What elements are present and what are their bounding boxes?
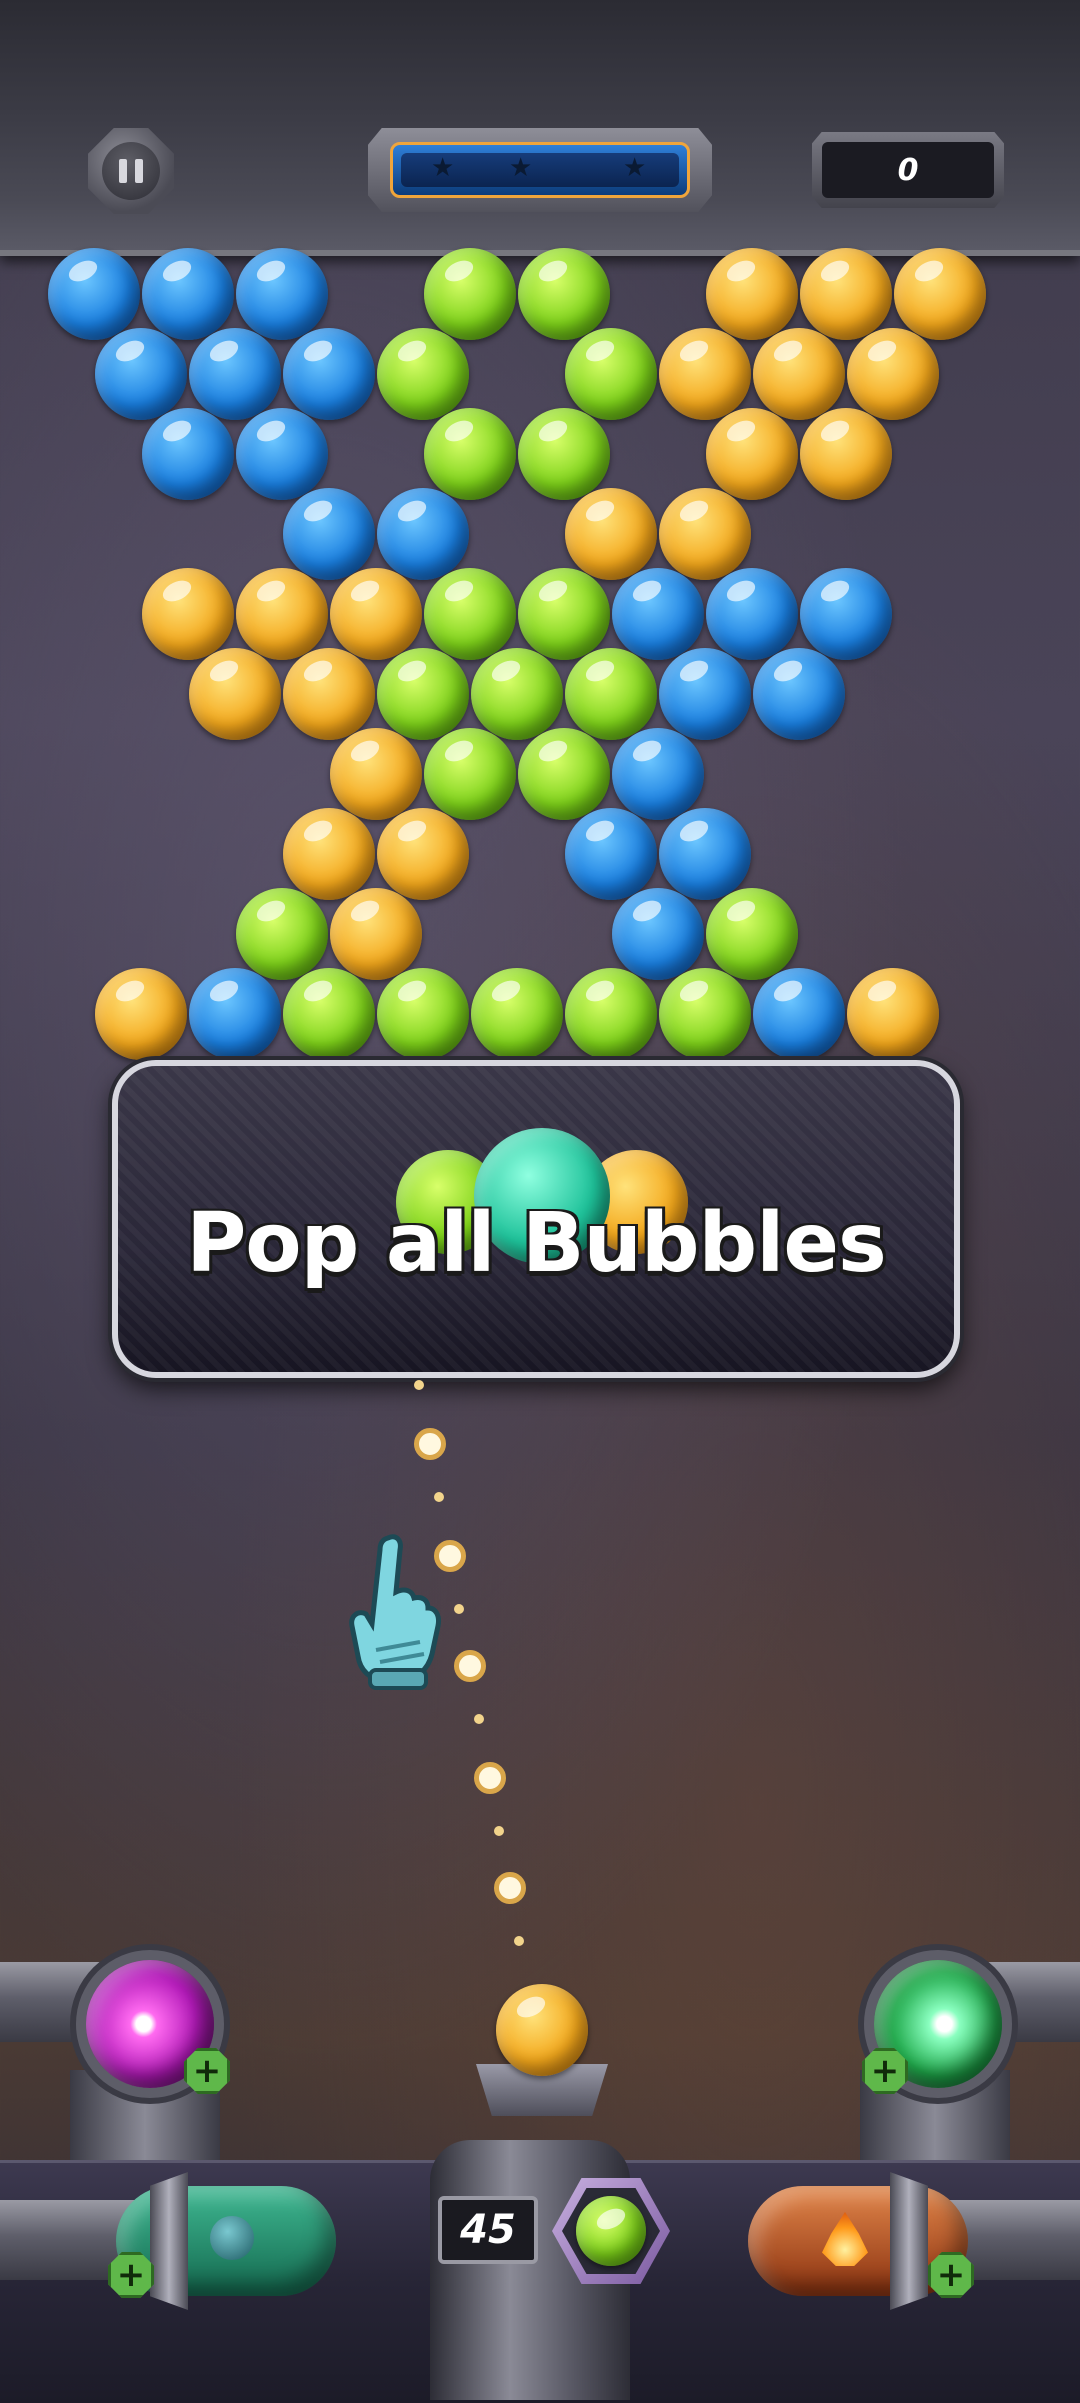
yellow-bubble <box>142 568 234 660</box>
score-box: 0 <box>812 132 1004 208</box>
capsule-clamp <box>890 2172 928 2310</box>
yellow-bubble <box>659 488 751 580</box>
yellow-bubble <box>330 568 422 660</box>
green-bubble <box>565 328 657 420</box>
yellow-bubble <box>706 248 798 340</box>
tutorial-hand-icon <box>349 1534 441 1690</box>
score-value: 0 <box>822 142 994 198</box>
green-bubble <box>377 968 469 1060</box>
blue-bubble <box>659 808 751 900</box>
blue-bubble <box>800 568 892 660</box>
blue-bubble <box>612 888 704 980</box>
green-bubble <box>518 248 610 340</box>
green-bubble <box>518 568 610 660</box>
yellow-bubble <box>189 648 281 740</box>
fire-icon <box>822 2212 868 2266</box>
yellow-bubble <box>800 408 892 500</box>
green-bubble <box>424 568 516 660</box>
capsule-clamp <box>150 2172 188 2310</box>
yellow-bubble <box>236 568 328 660</box>
blue-bubble <box>706 568 798 660</box>
blue-bubble <box>753 648 845 740</box>
aim-dot <box>454 1650 486 1682</box>
green-bubble <box>424 408 516 500</box>
blue-bubble <box>189 328 281 420</box>
objective-title: Pop all Bubbles <box>186 1196 887 1291</box>
blue-bubble <box>48 248 140 340</box>
objective-banner: Pop all Bubbles <box>112 1060 960 1378</box>
green-bubble <box>659 968 751 1060</box>
green-bubble <box>377 648 469 740</box>
yellow-bubble <box>565 488 657 580</box>
blue-bubble <box>142 408 234 500</box>
green-bubble <box>377 328 469 420</box>
shots-left-counter: 45 <box>438 2196 538 2264</box>
green-bubble <box>565 968 657 1060</box>
green-bubble <box>471 968 563 1060</box>
aim-dot <box>474 1714 484 1724</box>
star-icon: ★ <box>623 153 647 183</box>
star-icon: ★ <box>431 153 455 183</box>
yellow-bubble <box>894 248 986 340</box>
aim-dot <box>494 1826 504 1836</box>
top-hud: ★ ★ ★ 0 <box>0 0 1080 256</box>
green-bubble <box>424 248 516 340</box>
green-bubble <box>424 728 516 820</box>
star-icon: ★ <box>509 153 533 183</box>
star-progress-bar: ★ ★ ★ <box>390 142 690 198</box>
green-bubble <box>706 888 798 980</box>
blue-bubble <box>283 328 375 420</box>
aim-dot <box>414 1428 446 1460</box>
yellow-bubble <box>283 648 375 740</box>
blue-bubble <box>95 328 187 420</box>
yellow-bubble <box>95 968 187 1060</box>
yellow-bubble <box>377 808 469 900</box>
yellow-bubble <box>706 408 798 500</box>
aim-dot <box>414 1380 424 1390</box>
yellow-bubble <box>330 888 422 980</box>
aim-dot <box>434 1492 444 1502</box>
blue-bubble <box>612 728 704 820</box>
yellow-bubble <box>847 968 939 1060</box>
aim-dot <box>454 1604 464 1614</box>
blue-bubble <box>659 648 751 740</box>
green-bubble <box>518 728 610 820</box>
green-bubble <box>471 648 563 740</box>
green-bubble <box>283 968 375 1060</box>
yellow-bubble <box>283 808 375 900</box>
blue-bubble <box>612 568 704 660</box>
blue-bubble <box>753 968 845 1060</box>
yellow-bubble <box>800 248 892 340</box>
aim-dot <box>514 1936 524 1946</box>
pause-icon <box>102 142 160 200</box>
bubble-icon <box>210 2216 254 2260</box>
blue-bubble <box>565 808 657 900</box>
green-bubble <box>518 408 610 500</box>
yellow-bubble <box>659 328 751 420</box>
current-bubble[interactable] <box>496 1984 588 2076</box>
yellow-bubble <box>753 328 845 420</box>
blue-bubble <box>236 248 328 340</box>
green-bubble <box>565 648 657 740</box>
yellow-bubble <box>330 728 422 820</box>
aim-dot <box>474 1762 506 1794</box>
green-bubble <box>236 888 328 980</box>
blue-bubble <box>142 248 234 340</box>
blue-bubble <box>283 488 375 580</box>
blue-bubble <box>377 488 469 580</box>
yellow-bubble <box>847 328 939 420</box>
next-bubble <box>576 2196 646 2266</box>
blue-bubble <box>189 968 281 1060</box>
blue-bubble <box>236 408 328 500</box>
aim-dot <box>494 1872 526 1904</box>
pause-button[interactable] <box>88 128 174 214</box>
star-progress-frame: ★ ★ ★ <box>368 128 712 212</box>
